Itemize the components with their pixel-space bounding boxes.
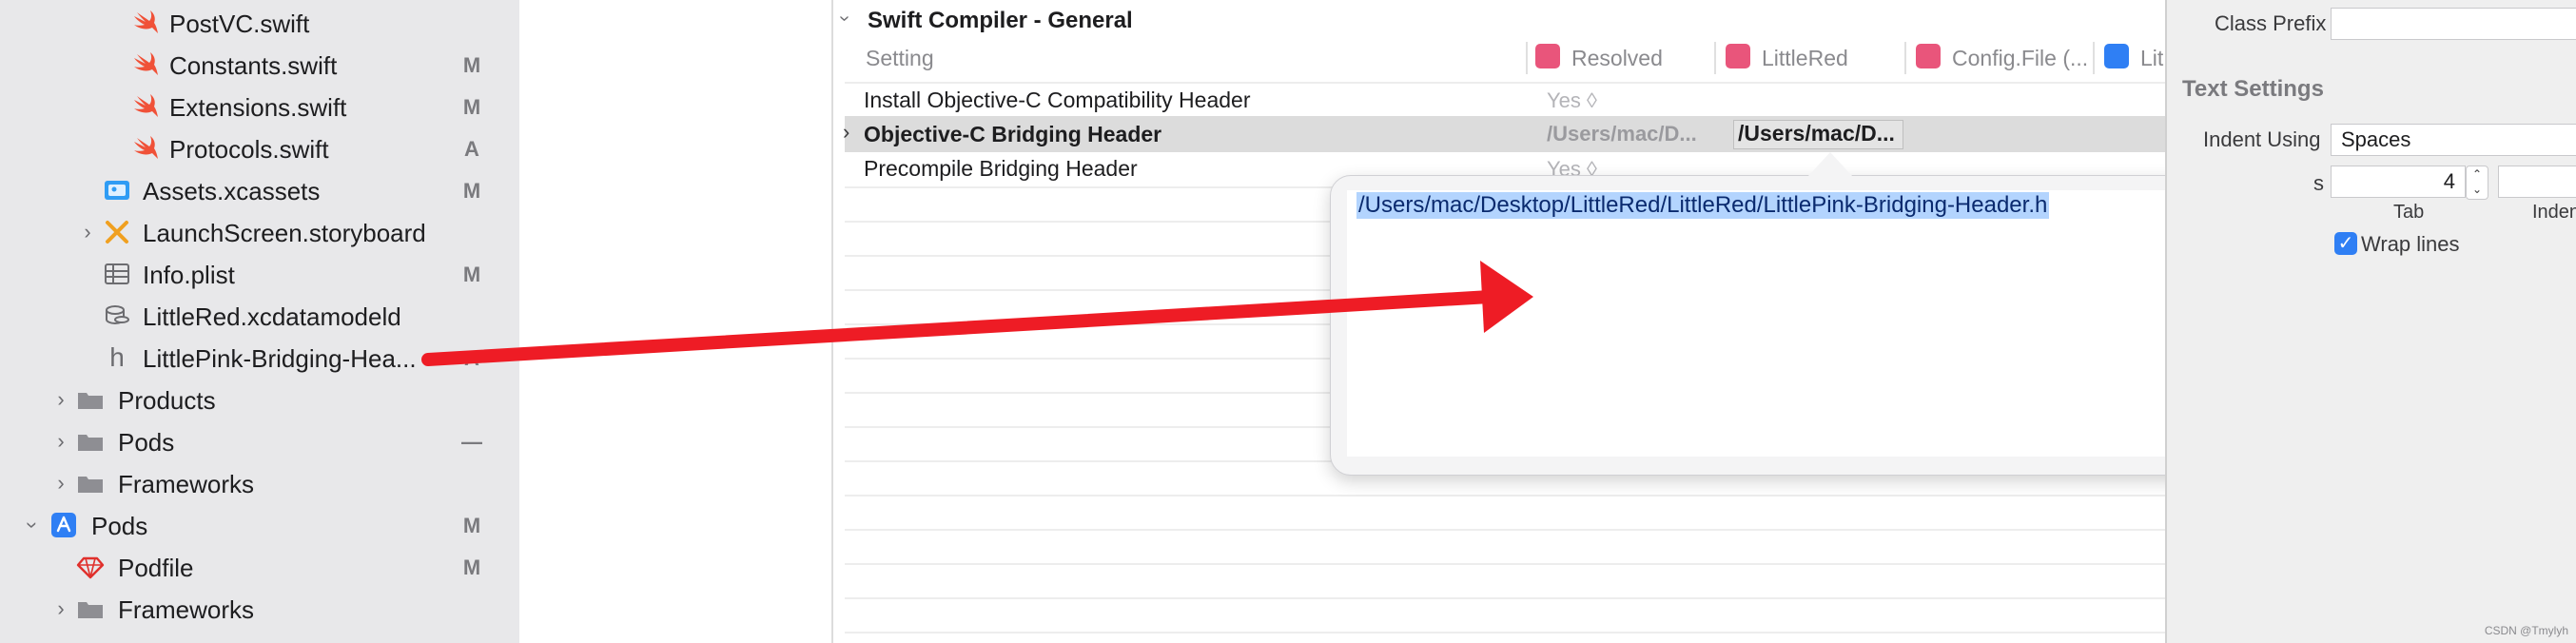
annotation-arrow — [421, 261, 1533, 366]
watermark-text: CSDN @Tmylyh — [2484, 624, 2568, 637]
arrow-head — [1480, 261, 1533, 333]
arrow-shaft — [421, 290, 1496, 366]
